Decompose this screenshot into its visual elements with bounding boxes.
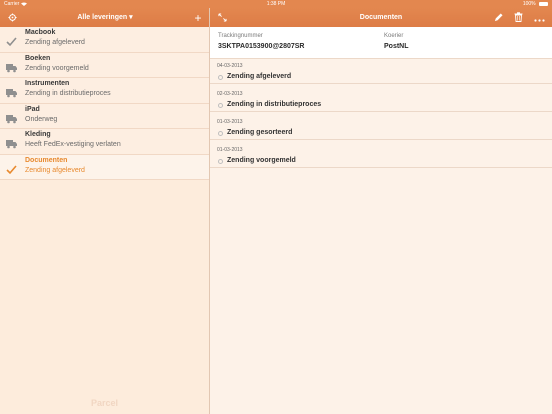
list-item-title: iPad — [25, 105, 40, 113]
status-bar: Carrier 1:38 PM 100% — [0, 0, 552, 8]
timeline-dot-icon — [218, 131, 223, 136]
divider — [210, 111, 552, 112]
list-item-kleding[interactable]: Kleding Heeft FedEx-vestiging verlaten — [0, 129, 209, 155]
detail-title: Documenten — [359, 14, 403, 21]
carrier-value: PostNL — [384, 43, 409, 50]
list-item-ipad[interactable]: iPad Onderweg — [0, 103, 209, 129]
edit-button[interactable] — [492, 10, 504, 25]
gear-icon — [7, 9, 17, 27]
event-text: Zending gesorteerd — [227, 129, 293, 136]
battery-icon — [539, 1, 548, 6]
add-delivery-button[interactable]: + — [191, 10, 205, 25]
list-item-status: Zending voorgemeld — [25, 64, 89, 72]
list-item-status: Onderweg — [25, 115, 58, 123]
event-text: Zending afgeleverd — [227, 73, 292, 80]
timeline-dot-icon — [218, 103, 223, 108]
truck-icon — [6, 60, 17, 72]
deliveries-filter-dropdown[interactable]: Alle leveringen ▾ — [40, 8, 170, 27]
tracking-event: 02-03-2013 Zending in distributieproces — [210, 91, 552, 113]
truck-icon — [6, 85, 17, 98]
truck-icon — [6, 111, 17, 123]
event-date: 01-03-2013 — [217, 147, 243, 153]
delete-button[interactable] — [512, 10, 524, 25]
expand-button[interactable] — [216, 10, 228, 25]
carrier-label: Koerier — [384, 33, 404, 39]
settings-button[interactable] — [5, 10, 19, 25]
more-button[interactable] — [532, 10, 546, 25]
check-icon — [6, 34, 17, 47]
tracking-event: 01-03-2013 Zending gesorteerd — [210, 119, 552, 141]
divider — [210, 83, 552, 84]
list-item-status: Zending in distributieproces — [25, 90, 111, 97]
detail-pane: Trackingnummer 3SKTPA0153900@2807SR Koer… — [210, 27, 552, 414]
expand-arrows-icon — [217, 9, 227, 27]
tracking-number-value[interactable]: 3SKTPA0153900@2807SR — [218, 43, 304, 50]
tracking-number-label: Trackingnummer — [218, 33, 263, 39]
timeline-dot-icon — [218, 159, 223, 164]
divider — [210, 167, 552, 168]
detail-navbar: Documenten — [210, 8, 552, 27]
event-date: 02-03-2013 — [217, 91, 243, 97]
battery-indicator: 100% — [523, 0, 548, 8]
list-item-instrumenten[interactable]: Instrumenten Zending in distributieproce… — [0, 78, 209, 104]
event-text: Zending voorgemeld — [227, 157, 296, 164]
list-item-title: Kleding — [25, 131, 51, 138]
list-item-status: Zending afgeleverd — [25, 39, 85, 46]
list-item-documenten[interactable]: Documenten Zending afgeleverd — [0, 154, 209, 180]
list-item-boeken[interactable]: Boeken Zending voorgemeld — [0, 52, 209, 78]
tracking-info-card: Trackingnummer 3SKTPA0153900@2807SR Koer… — [210, 27, 552, 59]
check-icon — [6, 162, 17, 174]
more-dots-icon — [533, 9, 545, 27]
event-date: 04-03-2013 — [217, 63, 243, 69]
event-date: 01-03-2013 — [217, 119, 243, 125]
app-brand-label: Parcel — [90, 398, 119, 408]
truck-icon — [6, 136, 17, 149]
deliveries-list: Macbook Zending afgeleverd Boeken Zendin… — [0, 27, 209, 414]
pencil-icon — [494, 9, 503, 27]
list-item-status: Heeft FedEx-vestiging verlaten — [25, 141, 121, 148]
list-item-title: Boeken — [25, 54, 51, 62]
list-item-title: Macbook — [25, 29, 56, 36]
clock: 1:38 PM — [266, 1, 286, 7]
list-item-title: Instrumenten — [25, 80, 70, 87]
trash-icon — [514, 9, 523, 27]
tracking-event: 04-03-2013 Zending afgeleverd — [210, 63, 552, 85]
timeline-dot-icon — [218, 75, 223, 80]
event-text: Zending in distributieproces — [227, 101, 322, 108]
tracking-event: 01-03-2013 Zending voorgemeld — [210, 147, 552, 169]
list-item-status: Zending afgeleverd — [25, 166, 85, 174]
list-item-title: Documenten — [25, 156, 68, 164]
list-item-macbook[interactable]: Macbook Zending afgeleverd — [0, 27, 209, 53]
divider — [210, 139, 552, 140]
sidebar-navbar: Alle leveringen ▾ + — [0, 8, 209, 27]
